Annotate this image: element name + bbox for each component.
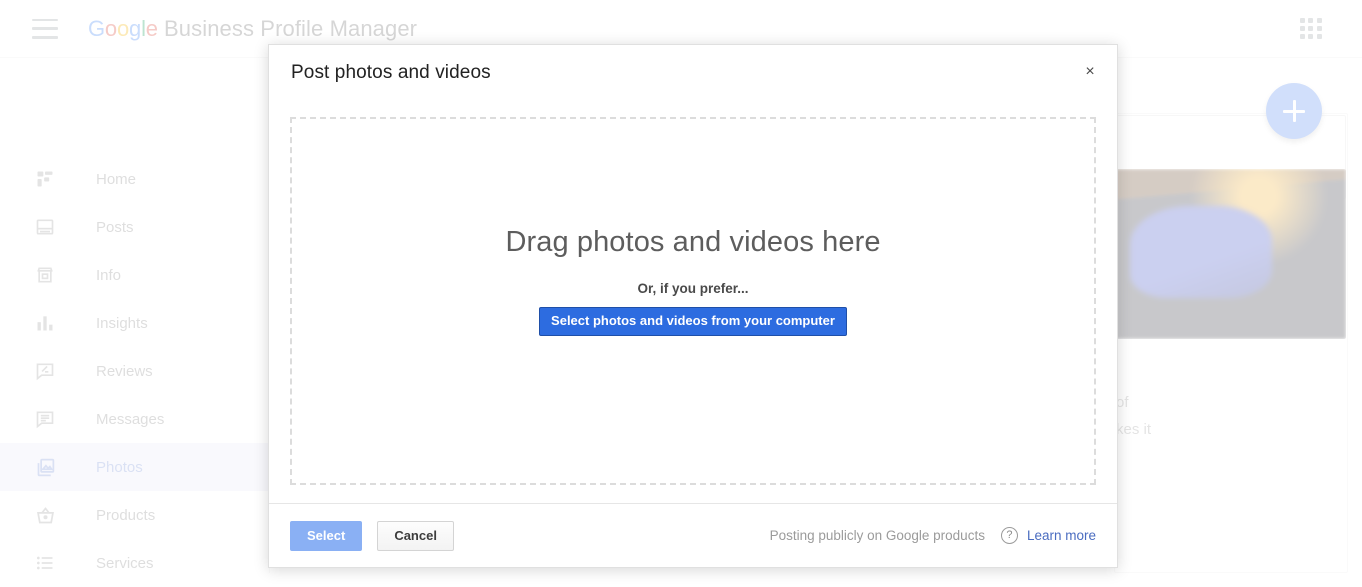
dialog-body: Drag photos and videos here Or, if you p… bbox=[269, 101, 1117, 503]
help-question-icon: ? bbox=[1001, 527, 1018, 544]
dialog-footer: Select Cancel Posting publicly on Google… bbox=[269, 503, 1117, 567]
dialog-header: Post photos and videos × bbox=[269, 45, 1117, 101]
cancel-button[interactable]: Cancel bbox=[377, 521, 454, 551]
select-button[interactable]: Select bbox=[290, 521, 362, 551]
dialog-title: Post photos and videos bbox=[291, 62, 491, 84]
posting-note: Posting publicly on Google products bbox=[770, 528, 985, 543]
dropzone-headline: Drag photos and videos here bbox=[505, 226, 880, 259]
learn-more-label: Learn more bbox=[1027, 528, 1096, 543]
post-photos-dialog: Post photos and videos × Drag photos and… bbox=[268, 44, 1118, 568]
learn-more-link[interactable]: ? Learn more bbox=[1001, 527, 1096, 544]
footer-right-group: Posting publicly on Google products ? Le… bbox=[770, 504, 1096, 567]
app-root: Google Business Profile Manager Home Pos… bbox=[0, 0, 1362, 573]
dropzone-subtext: Or, if you prefer... bbox=[637, 281, 748, 296]
select-files-button[interactable]: Select photos and videos from your compu… bbox=[539, 307, 847, 336]
close-icon[interactable]: × bbox=[1077, 59, 1103, 85]
file-dropzone[interactable]: Drag photos and videos here Or, if you p… bbox=[290, 117, 1096, 485]
